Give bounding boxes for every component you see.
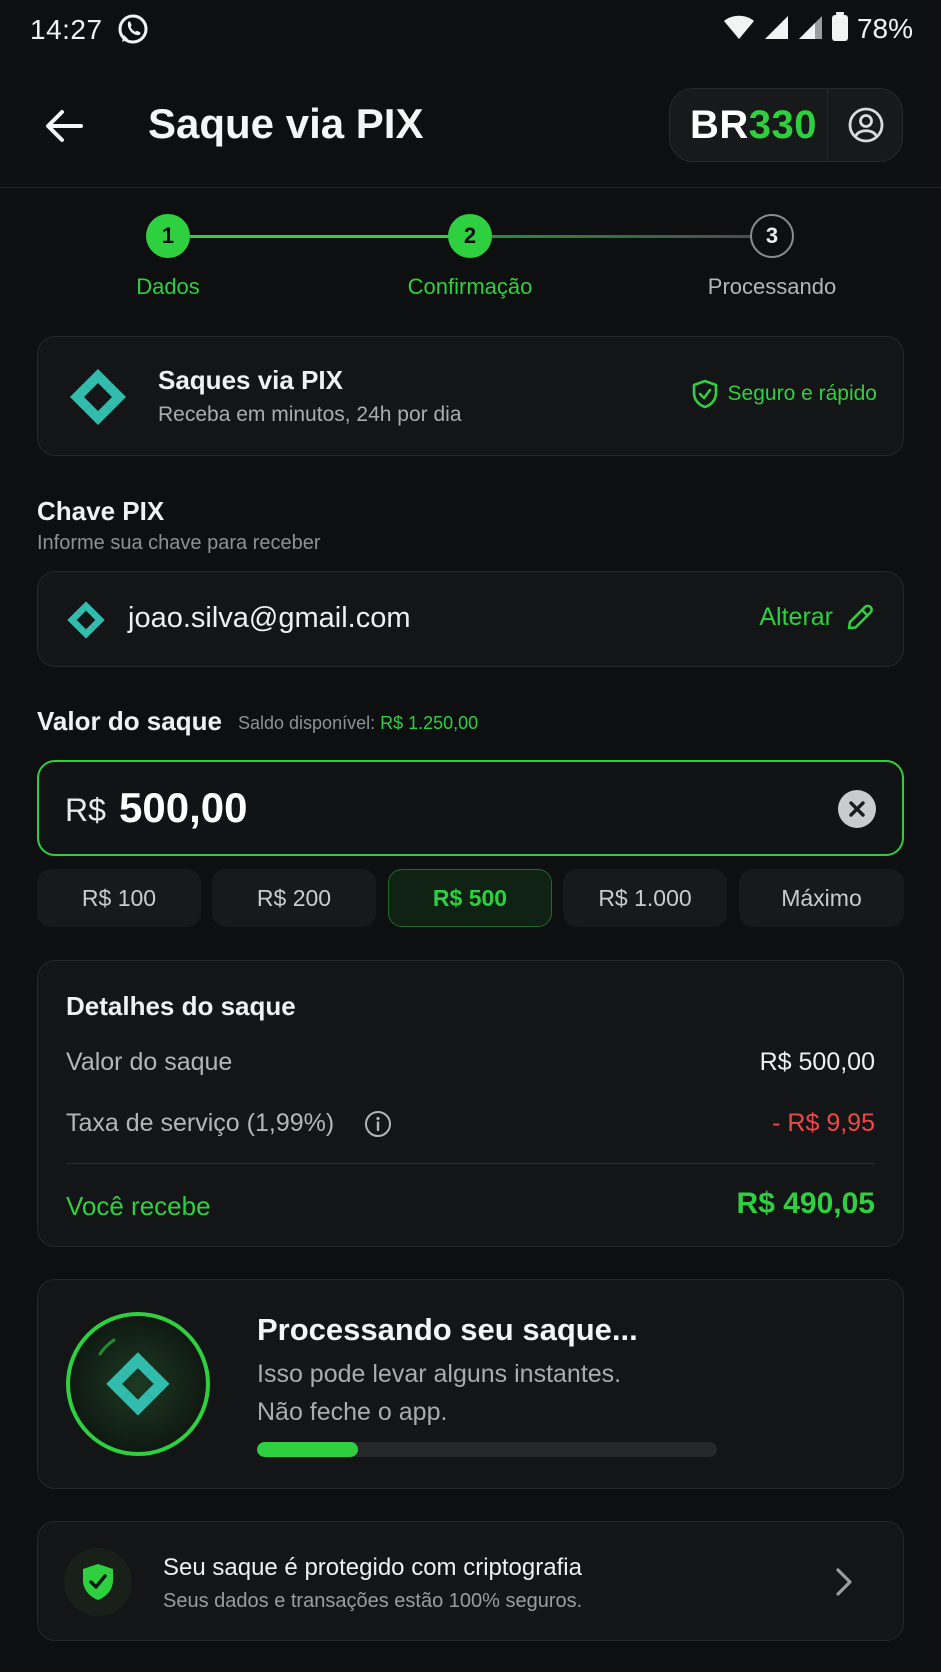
- secure-badge: Seguro e rápido: [692, 379, 877, 409]
- step-connector-pending: [490, 235, 752, 238]
- shield-check-icon: [692, 379, 717, 409]
- battery-percent: 78%: [856, 13, 913, 44]
- step-connector-done: [168, 235, 450, 238]
- change-key-button[interactable]: Alterar: [759, 602, 875, 632]
- pencil-icon: [847, 604, 873, 630]
- processing-spinner: [64, 1310, 212, 1458]
- quick-amount-500[interactable]: R$ 500: [388, 869, 552, 927]
- fee-label: Taxa de serviço (1,99%): [66, 1109, 335, 1137]
- security-info-card[interactable]: Seu saque é protegido com criptografia S…: [37, 1521, 904, 1641]
- step-3-label: Processando: [707, 274, 837, 299]
- chevron-right-icon: [827, 1566, 859, 1598]
- security-badge: [64, 1548, 132, 1616]
- quick-amount-max[interactable]: Máximo: [739, 869, 904, 927]
- processing-line-1: Isso pode levar alguns instantes.: [257, 1360, 622, 1388]
- pix-info-card: Saques via PIX Receba em minutos, 24h po…: [37, 336, 904, 456]
- stepper: 1 Dados 2 Confirmação 3 Processando: [0, 200, 941, 310]
- pix-key-subtitle: Informe sua chave para receber: [37, 532, 321, 554]
- details-divider: [66, 1163, 875, 1164]
- wifi-icon: [723, 14, 755, 45]
- balance-value: R$ 1.250,00: [380, 713, 479, 733]
- security-subtitle: Seus dados e transações estão 100% segur…: [163, 1590, 583, 1612]
- info-icon[interactable]: [364, 1110, 392, 1138]
- app-header: Saque via PIX BR330: [0, 62, 941, 188]
- pix-info-title: Saques via PIX: [158, 365, 343, 395]
- step-2-circle: 2: [448, 214, 492, 258]
- clear-amount-button[interactable]: [838, 790, 876, 828]
- arrow-left-icon: [46, 110, 83, 142]
- receive-label: Você recebe: [66, 1191, 211, 1221]
- withdraw-amount-label: Valor do saque: [66, 1048, 233, 1076]
- currency-symbol: R$: [65, 792, 106, 828]
- brand-logo: BR330: [690, 102, 818, 147]
- progress-fill: [257, 1442, 359, 1457]
- details-title: Detalhes do saque: [66, 991, 296, 1021]
- withdraw-details-card: Detalhes do saque Valor do saque R$ 500,…: [37, 960, 904, 1247]
- brand-pill: BR330: [669, 88, 903, 162]
- close-icon: [849, 801, 865, 817]
- pix-key-value: joao.silva@gmail.com: [128, 602, 411, 634]
- receive-value: R$ 490,05: [736, 1187, 875, 1220]
- processing-card: Processando seu saque... Isso pode levar…: [37, 1279, 904, 1489]
- step-1-label: Dados: [136, 274, 200, 299]
- pix-key-field[interactable]: joao.silva@gmail.com Alterar: [37, 571, 904, 667]
- processing-line-2: Não feche o app.: [257, 1398, 448, 1426]
- processing-title: Processando seu saque...: [257, 1312, 638, 1347]
- balance-info: Saldo disponível: R$ 1.250,00: [238, 713, 478, 734]
- step-2-label: Confirmação: [407, 274, 533, 299]
- change-key-label: Alterar: [759, 602, 833, 631]
- back-button[interactable]: [36, 98, 92, 154]
- secure-badge-label: Seguro e rápido: [727, 382, 877, 405]
- pix-logo-icon: [68, 367, 128, 427]
- status-indicators: 78%: [723, 11, 913, 47]
- page-title: Saque via PIX: [148, 100, 424, 147]
- signal-icon: [797, 14, 823, 45]
- step-3-circle: 3: [750, 214, 794, 258]
- user-icon: [848, 107, 884, 143]
- security-title: Seu saque é protegido com criptografia: [163, 1554, 582, 1581]
- profile-button[interactable]: [834, 93, 898, 157]
- status-time: 14:27: [30, 14, 103, 45]
- amount-title: Valor do saque: [37, 706, 222, 736]
- quick-amount-100[interactable]: R$ 100: [37, 869, 201, 927]
- whatsapp-icon: [116, 12, 150, 46]
- amount-field[interactable]: R$: [37, 760, 904, 856]
- status-bar: 14:27 78%: [0, 0, 941, 62]
- battery-icon: [831, 11, 849, 47]
- signal-icon: [763, 14, 789, 45]
- quick-amount-200[interactable]: R$ 200: [212, 869, 376, 927]
- quick-amount-1000[interactable]: R$ 1.000: [563, 869, 727, 927]
- shield-check-icon: [83, 1564, 113, 1600]
- pix-logo-icon: [66, 600, 106, 640]
- fee-value: - R$ 9,95: [772, 1109, 875, 1137]
- progress-bar: [257, 1442, 717, 1457]
- withdraw-amount-value: R$ 500,00: [759, 1048, 875, 1076]
- amount-input[interactable]: [119, 784, 719, 832]
- pix-key-title: Chave PIX: [37, 496, 165, 526]
- step-1-circle: 1: [146, 214, 190, 258]
- pix-info-subtitle: Receba em minutos, 24h por dia: [158, 403, 462, 426]
- balance-label: Saldo disponível:: [238, 713, 376, 733]
